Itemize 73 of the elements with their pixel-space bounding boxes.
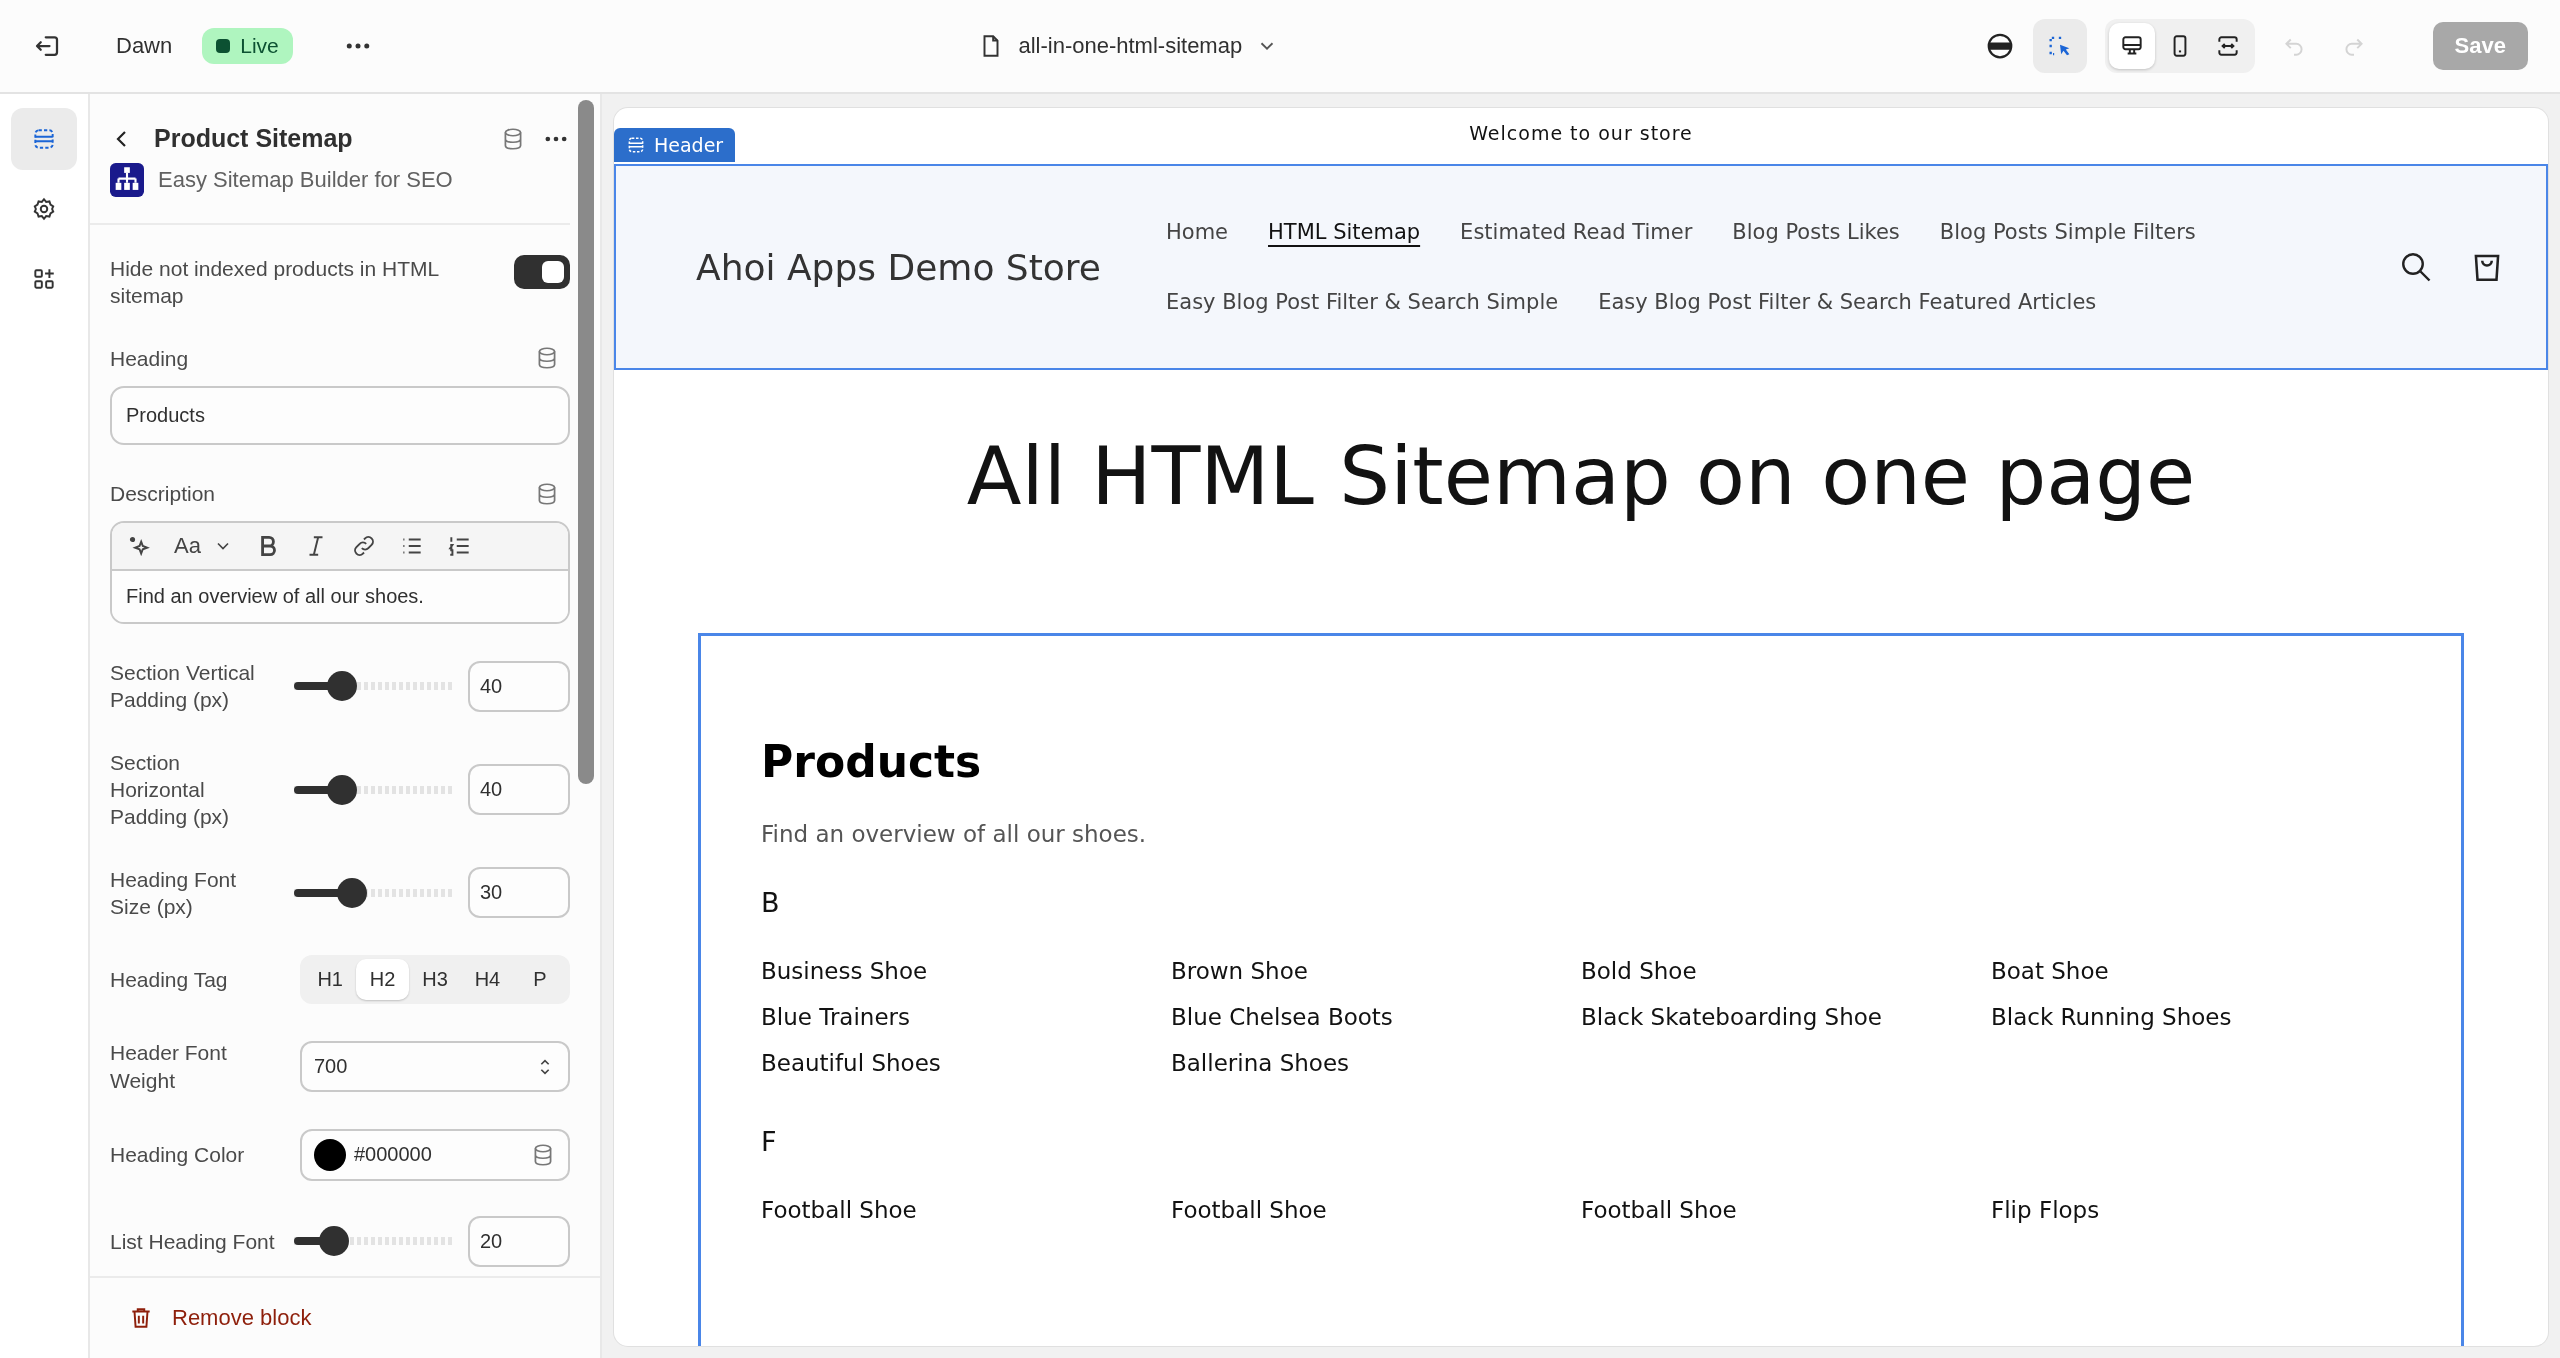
scrollbar[interactable]	[578, 100, 594, 784]
store-name[interactable]: Ahoi Apps Demo Store	[696, 246, 1166, 288]
page-title: All HTML Sitemap on one page	[965, 430, 2197, 523]
template-selector[interactable]: all-in-one-html-sitemap	[978, 33, 1279, 59]
setting-label: Hide not indexed products in HTML sitemap	[110, 256, 440, 310]
sections-icon	[626, 135, 646, 155]
slider-thumb[interactable]	[326, 671, 357, 702]
add-apps-icon	[31, 266, 57, 292]
setting-label: Heading Tag	[110, 967, 229, 994]
setting-label: List Heading Font	[110, 1228, 276, 1255]
number-field[interactable]: 30	[468, 867, 570, 919]
theme-name: Dawn	[116, 33, 173, 59]
product-link[interactable]: Blue Chelsea Boots	[1171, 1004, 1581, 1030]
slider-thumb[interactable]	[318, 1226, 349, 1257]
setting-label: Header Font Weight	[110, 1040, 228, 1094]
announcement-text: Welcome to our store	[1469, 122, 1693, 144]
app-name: Easy Sitemap Builder for SEO	[158, 167, 453, 193]
select-field[interactable]: 700	[300, 1041, 570, 1093]
desktop-view-button[interactable]	[2108, 23, 2155, 69]
nav-link[interactable]: HTML Sitemap	[1268, 220, 1421, 244]
product-link[interactable]: Black Running Shoes	[1991, 1004, 2401, 1030]
nav-link[interactable]: Easy Blog Post Filter & Search Simple	[1166, 290, 1559, 314]
letter-heading: B	[761, 887, 781, 918]
heading-tag-option[interactable]: P	[513, 959, 567, 1001]
product-link[interactable]: Ballerina Shoes	[1171, 1050, 1581, 1076]
slider-thumb[interactable]	[336, 877, 367, 908]
product-link[interactable]: Flip Flops	[1991, 1197, 2401, 1223]
sections-nav-button[interactable]	[11, 108, 77, 170]
heading-tag-option[interactable]: H4	[461, 959, 514, 1001]
product-link[interactable]: Blue Trainers	[761, 1004, 1171, 1030]
setting-label: Heading Color	[110, 1142, 246, 1169]
product-link[interactable]: Boat Shoe	[1991, 958, 2401, 984]
product-link[interactable]: Football Shoe	[761, 1197, 1171, 1223]
heading-tag-option[interactable]: H1	[304, 959, 357, 1001]
setting-label: Section Horizontal Padding (px)	[110, 749, 231, 831]
product-link[interactable]: Bold Shoe	[1581, 958, 1991, 984]
setting-label: Heading	[110, 345, 189, 372]
nav-link[interactable]: Estimated Read Timer	[1460, 220, 1693, 244]
nav-link[interactable]: Blog Posts Likes	[1732, 220, 1900, 244]
product-link[interactable]: Football Shoe	[1581, 1197, 1991, 1223]
sections-icon	[31, 126, 57, 152]
live-badge: Live	[202, 28, 293, 64]
app-logo-icon	[110, 163, 144, 197]
product-link[interactable]: Beautiful Shoes	[761, 1050, 1171, 1076]
color-value[interactable]: #000000	[354, 1143, 432, 1167]
letter-heading: F	[761, 1126, 778, 1157]
heading-tag-option[interactable]: H3	[408, 959, 462, 1001]
nav-link[interactable]: Home	[1166, 220, 1228, 244]
setting-label: Description	[110, 480, 216, 507]
color-swatch[interactable]	[314, 1138, 346, 1171]
nav-link[interactable]: Easy Blog Post Filter & Search Featured Articles	[1598, 290, 2097, 314]
header-section-tag: Header	[614, 128, 736, 162]
setting-label: Heading Font Size (px)	[110, 866, 238, 920]
font-style-button[interactable]: Aa	[174, 533, 233, 560]
settings-icon	[31, 196, 57, 222]
toggle-switch[interactable]	[514, 255, 570, 289]
section-heading: Products	[761, 736, 983, 787]
product-link[interactable]: Business Shoe	[761, 958, 1171, 984]
product-link[interactable]: Black Skateboarding Shoe	[1581, 1004, 1991, 1030]
product-link[interactable]: Football Shoe	[1171, 1197, 1581, 1223]
heading-tag-option[interactable]: H2	[356, 959, 409, 1001]
inspector-button[interactable]	[2032, 19, 2087, 73]
remove-block-button[interactable]: Remove block	[128, 1305, 312, 1331]
number-field[interactable]: 40	[468, 764, 570, 816]
text-field[interactable]: Products	[110, 385, 570, 445]
number-field[interactable]: 20	[468, 1215, 570, 1267]
setting-label: Section Vertical Padding (px)	[110, 660, 256, 714]
product-link[interactable]: Brown Shoe	[1171, 958, 1581, 984]
number-field[interactable]: 40	[468, 661, 570, 712]
panel-title: Product Sitemap	[154, 124, 354, 153]
section-description: Find an overview of all our shoes.	[761, 821, 1148, 847]
slider-thumb[interactable]	[326, 774, 357, 805]
nav-link[interactable]: Blog Posts Simple Filters	[1939, 220, 2196, 244]
